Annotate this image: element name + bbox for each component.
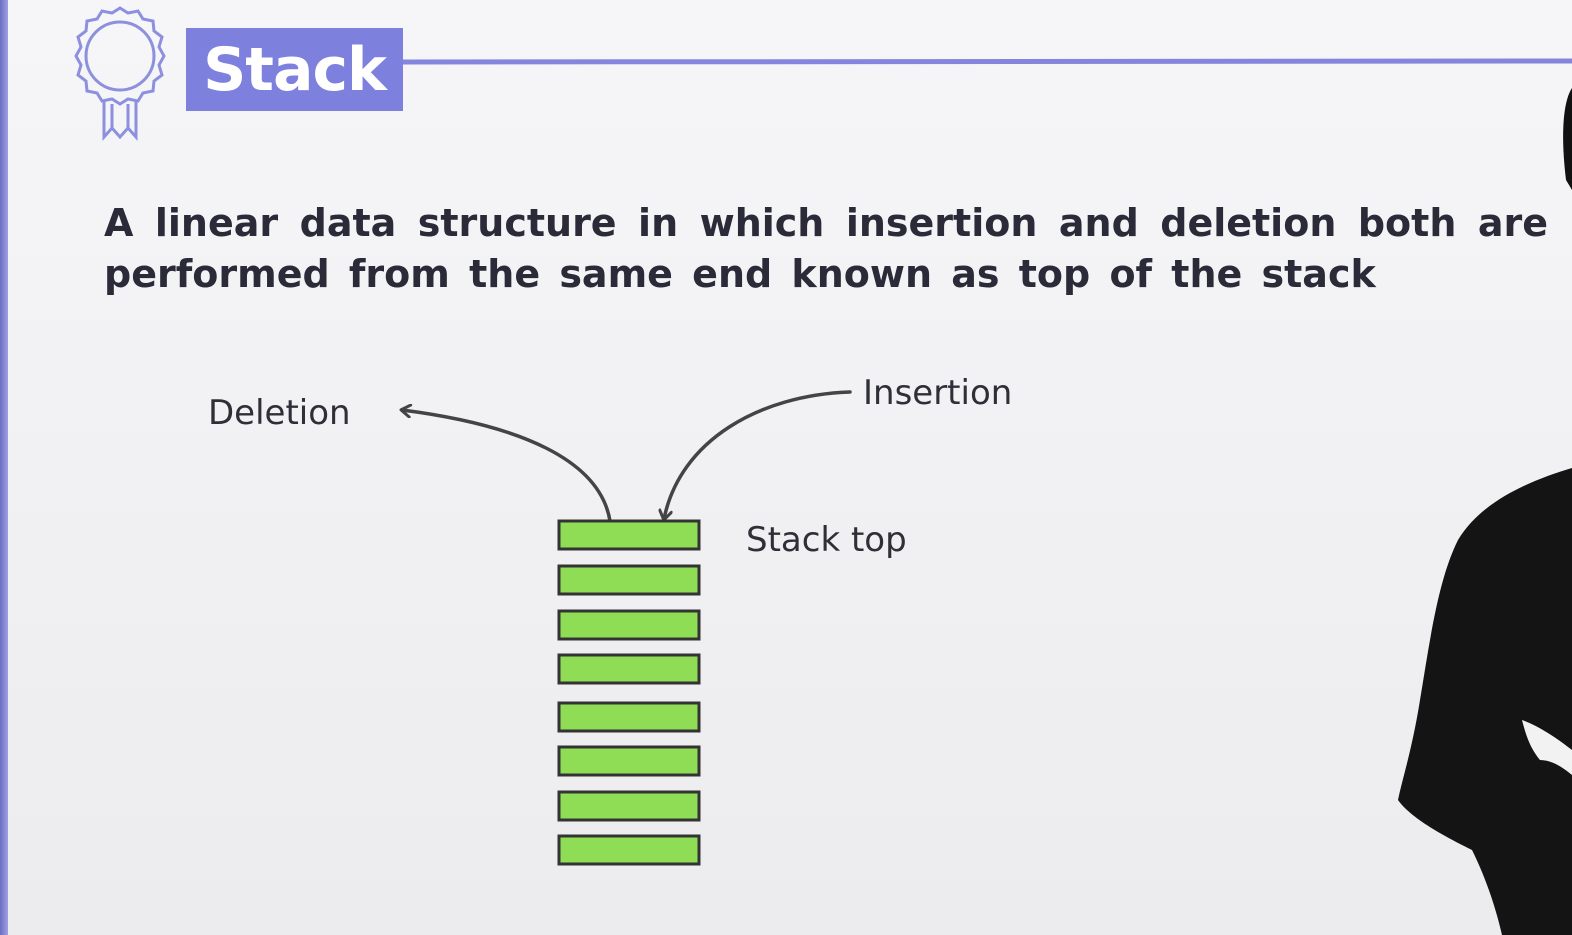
stack-elements — [557, 519, 701, 866]
stack-element — [557, 745, 701, 777]
stack-element — [557, 609, 701, 641]
presenter-silhouette — [1398, 88, 1572, 935]
deletion-label: Deletion — [208, 393, 351, 433]
stack-element — [557, 790, 701, 822]
stack-diagram: Deletion Insertion Stack top — [208, 373, 1012, 866]
stack-element — [557, 564, 701, 596]
insertion-arrow — [664, 390, 852, 519]
stack-element — [557, 834, 701, 866]
stack-top-label: Stack top — [746, 520, 907, 560]
deletion-arrow — [402, 410, 612, 523]
stack-element — [557, 653, 701, 685]
stack-element — [557, 701, 701, 733]
stack-element-top — [557, 519, 701, 551]
lecture-slide: Stack A linear data structure in which i… — [0, 0, 1572, 935]
insertion-label: Insertion — [863, 373, 1012, 413]
